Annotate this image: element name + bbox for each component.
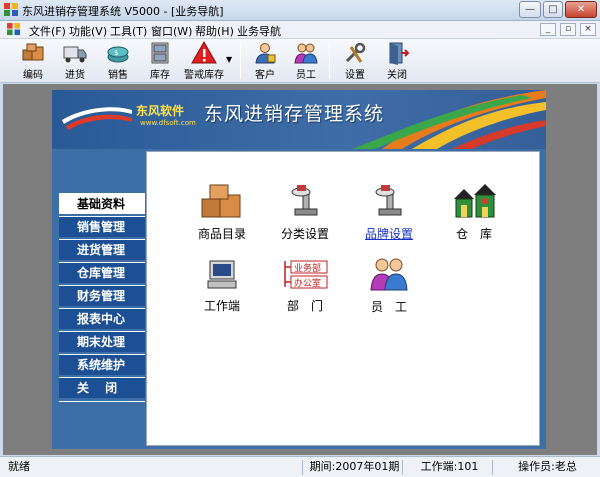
toolbar-separator <box>240 43 241 79</box>
status-ready: 就绪 <box>8 460 30 473</box>
goods-catalog-item[interactable]: 商品目录 <box>182 183 262 242</box>
menu-bar: 文件(F) 功能(V) 工具(T) 窗口(W) 帮助(H) 业务导航 _ ▫ × <box>0 21 600 39</box>
nav-spacer <box>59 153 145 193</box>
workstation-label: 工作端 <box>203 299 240 313</box>
nav-item-system[interactable]: 系统维护 <box>59 354 145 375</box>
mdi-child-icon <box>7 23 21 36</box>
status-period: 期间:2007年01期 <box>302 460 402 475</box>
toolbar-customer-label: 客户 <box>255 70 275 81</box>
close-button[interactable]: ✕ <box>565 1 597 18</box>
coins-icon: $ <box>107 46 129 63</box>
mdi-restore-button[interactable]: ▫ <box>560 23 576 36</box>
banner-title: 东风进销存管理系统 <box>204 103 385 125</box>
mdi-close-button[interactable]: × <box>580 23 596 36</box>
toolbar-customer-button[interactable]: 客户 <box>243 41 287 81</box>
category-scale-icon <box>291 185 318 216</box>
logo-text: 东风软件 <box>136 104 185 118</box>
toolbar-exit-label: 关闭 <box>387 70 407 81</box>
nav-item-sales[interactable]: 销售管理 <box>59 216 145 237</box>
toolbar-settings-label: 设置 <box>345 70 365 81</box>
minimize-button[interactable]: — <box>519 1 541 18</box>
customer-icon <box>255 43 276 64</box>
window-title: 东风进销存管理系统 V5000 - [业务导航] <box>22 5 224 18</box>
app-logo-icon <box>4 3 18 16</box>
nav-item-basic-data[interactable]: 基础资料 <box>59 193 145 214</box>
cabinet-icon <box>151 42 169 64</box>
staff-label: 员 工 <box>370 300 407 314</box>
menu-function[interactable]: 功能(V) <box>69 23 107 39</box>
nav-item-reports[interactable]: 报表中心 <box>59 308 145 329</box>
toolbar: 编码 进货 $ 销售 库存 警戒库存 ▼ 客户 员工 设置 关闭 <box>0 39 600 83</box>
toolbar-sales-button[interactable]: $ 销售 <box>96 41 140 81</box>
nav-item-warehouse[interactable]: 仓库管理 <box>59 262 145 283</box>
svg-text:$: $ <box>114 49 118 57</box>
brand-scale-icon <box>375 185 402 216</box>
workstation-item[interactable]: 工作端 <box>182 259 262 314</box>
nav-item-finance[interactable]: 财务管理 <box>59 285 145 306</box>
warehouse-icon <box>454 184 496 218</box>
status-bar: 就绪 期间:2007年01期 工作端:101 操作员:老总 <box>0 456 600 477</box>
menu-tools[interactable]: 工具(T) <box>110 23 147 39</box>
header-banner: 东风软件 www.dfsoft.com 东风进销存管理系统 <box>52 90 546 149</box>
toolbar-settings-button[interactable]: 设置 <box>333 41 377 81</box>
boxes-icon <box>22 43 44 61</box>
mdi-minimize-button[interactable]: _ <box>540 23 556 36</box>
org-chart-bottom-box: 办公室 <box>294 277 321 289</box>
org-chart-icon: 业务部 办公室 <box>284 260 328 289</box>
department-label: 部 门 <box>286 299 323 313</box>
toolbar-exit-button[interactable]: 关闭 <box>375 41 419 81</box>
toolbar-staff-label: 员工 <box>296 70 316 81</box>
toolbar-code-button[interactable]: 编码 <box>11 41 55 81</box>
truck-icon <box>63 46 87 63</box>
toolbar-stock-button[interactable]: 库存 <box>138 41 182 81</box>
toolbar-code-label: 编码 <box>23 70 43 81</box>
department-item[interactable]: 业务部 办公室 部 门 <box>265 259 345 314</box>
warehouse-label: 仓 库 <box>455 227 492 241</box>
goods-boxes-icon <box>201 184 241 218</box>
people-icon <box>370 258 408 291</box>
maximize-button[interactable]: □ <box>543 1 563 18</box>
staff-item[interactable]: 员 工 <box>349 256 429 315</box>
status-workstation: 工作端:101 <box>402 460 492 475</box>
menu-business-nav[interactable]: 业务导航 <box>237 23 281 39</box>
title-bar: 东风进销存管理系统 V5000 - [业务导航] — □ ✕ <box>0 0 600 21</box>
goods-catalog-label: 商品目录 <box>197 227 246 241</box>
staff-icon <box>294 43 318 64</box>
toolbar-alert-stock-button[interactable]: 警戒库存 <box>181 41 227 81</box>
menu-window[interactable]: 窗口(W) <box>151 23 192 39</box>
toolbar-dropdown-arrow[interactable]: ▼ <box>226 55 232 64</box>
nav-item-close[interactable]: 关 闭 <box>59 377 145 398</box>
tools-icon <box>345 42 366 63</box>
nav-item-purchase[interactable]: 进货管理 <box>59 239 145 260</box>
exit-door-icon <box>389 42 410 65</box>
warning-icon <box>191 41 217 64</box>
computer-icon <box>207 260 237 289</box>
logo-subtext: www.dfsoft.com <box>140 119 196 127</box>
toolbar-stock-label: 库存 <box>150 70 170 81</box>
toolbar-alert-stock-label: 警戒库存 <box>184 70 224 81</box>
status-operator: 操作员:老总 <box>492 460 598 475</box>
org-chart-top-box: 业务部 <box>294 262 321 274</box>
toolbar-purchase-button[interactable]: 进货 <box>53 41 97 81</box>
nav-item-period-end[interactable]: 期末处理 <box>59 331 145 352</box>
toolbar-separator <box>329 43 330 79</box>
brand-settings-item[interactable]: 品牌设置 <box>349 183 429 242</box>
toolbar-staff-button[interactable]: 员工 <box>284 41 328 81</box>
menu-help[interactable]: 帮助(H) <box>195 23 234 39</box>
category-settings-label: 分类设置 <box>280 227 329 241</box>
toolbar-purchase-label: 进货 <box>65 70 85 81</box>
toolbar-sales-label: 销售 <box>108 70 128 81</box>
menu-file[interactable]: 文件(F) <box>29 23 66 39</box>
category-settings-item[interactable]: 分类设置 <box>265 183 345 242</box>
warehouse-item[interactable]: 仓 库 <box>434 183 514 242</box>
nav-filler <box>59 401 145 446</box>
brand-settings-link: 品牌设置 <box>364 227 413 241</box>
